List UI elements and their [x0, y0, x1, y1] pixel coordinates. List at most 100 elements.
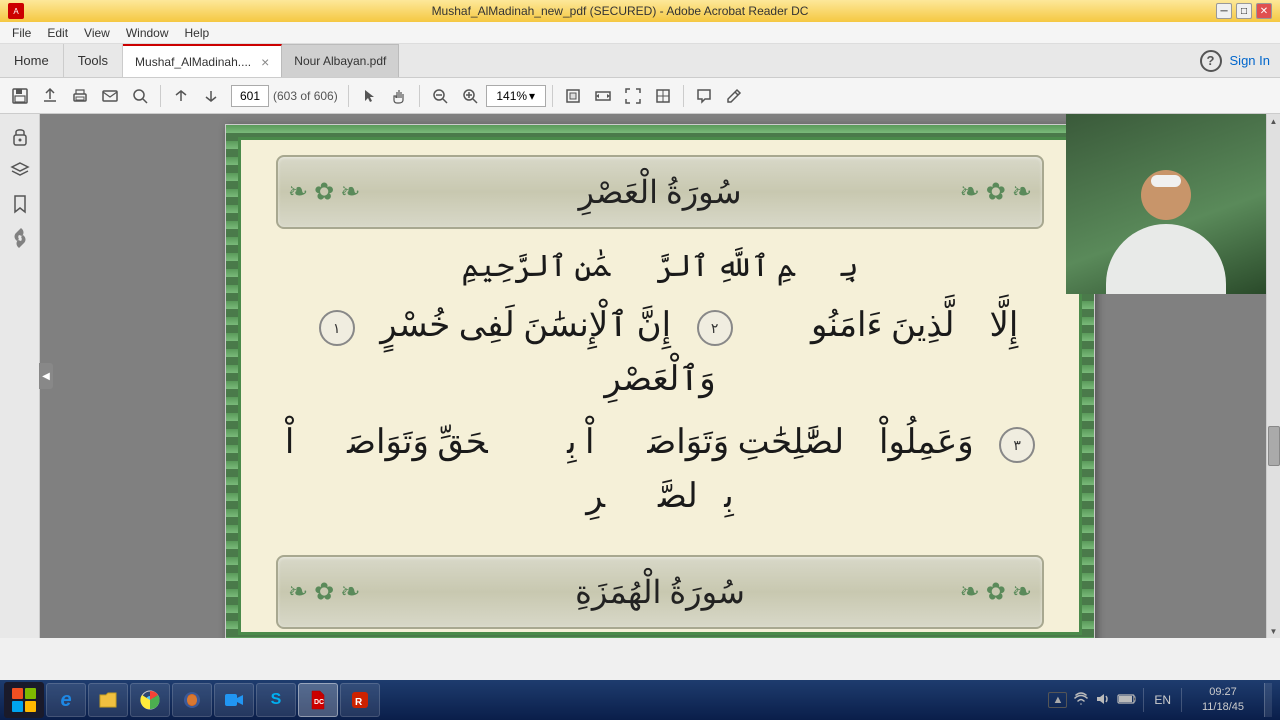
win-logo-red	[12, 688, 23, 699]
page-number-input[interactable]	[231, 85, 269, 107]
person-body	[1106, 224, 1226, 294]
scroll-thumb[interactable]	[1268, 426, 1280, 466]
tabs-area: Mushaf_AlMadinah.... × Nour Albayan.pdf	[123, 44, 1189, 77]
taskbar-redapp[interactable]: R	[340, 683, 380, 717]
start-button[interactable]	[4, 682, 44, 718]
taskbar-right: ▲ EN 09:27 11/18/45	[1048, 683, 1276, 717]
upload-button[interactable]	[36, 82, 64, 110]
surah-asr-title: سُورَةُ الْعَصْرِ	[318, 173, 1002, 211]
person-head	[1141, 170, 1191, 220]
right-scrollbar: ▲ ▼	[1266, 114, 1280, 638]
hand-tool-button[interactable]	[385, 82, 413, 110]
person-figure	[1106, 170, 1226, 294]
nav-home-tools: Home Tools	[0, 44, 123, 77]
link-icon[interactable]	[6, 224, 34, 252]
tab-nour-label: Nour Albayan.pdf	[294, 54, 386, 68]
tab-nour[interactable]: Nour Albayan.pdf	[282, 44, 399, 77]
zoom-level-selector[interactable]: 141% ▾ 100%125%141%150%200%	[486, 85, 546, 107]
quran-verse-1-2: إِلَّا ٱلَّذِينَ ءَامَنُوا۟ ٢ إِنَّ ٱلْإ…	[276, 299, 1044, 408]
tray-expand-button[interactable]: ▲	[1048, 692, 1067, 708]
left-sidebar	[0, 114, 40, 638]
minimize-button[interactable]: ─	[1216, 3, 1232, 19]
tray-battery-icon[interactable]	[1117, 693, 1137, 708]
scroll-up-button[interactable]: ▲	[1267, 114, 1280, 128]
tray-network-icon[interactable]	[1073, 692, 1089, 709]
person-hat	[1151, 175, 1181, 187]
win-logo-blue	[12, 701, 23, 712]
nav-tools[interactable]: Tools	[64, 44, 123, 77]
scroll-down-button[interactable]: ▼	[1267, 624, 1280, 638]
bookmark-icon[interactable]	[6, 190, 34, 218]
taskbar-webex[interactable]	[214, 683, 254, 717]
tray-separator-2	[1181, 688, 1182, 712]
toolbar-sep-3	[419, 85, 420, 107]
surah-humazah-title: سُورَةُ الْهُمَزَةِ	[318, 573, 1002, 611]
save-button[interactable]	[6, 82, 34, 110]
video-feed	[1066, 114, 1266, 294]
lock-icon[interactable]	[6, 122, 34, 150]
svg-text:R: R	[355, 697, 363, 708]
menu-window[interactable]: Window	[118, 24, 177, 42]
menu-file[interactable]: File	[4, 24, 39, 42]
next-page-button[interactable]	[197, 82, 225, 110]
menu-edit[interactable]: Edit	[39, 24, 76, 42]
menu-help[interactable]: Help	[177, 24, 218, 42]
print-button[interactable]	[66, 82, 94, 110]
tray-volume-icon[interactable]	[1095, 692, 1111, 709]
title-bar: A Mushaf_AlMadinah_new_pdf (SECURED) - A…	[0, 0, 1280, 22]
window-controls[interactable]: ─ □ ✕	[1216, 3, 1272, 19]
clock-area[interactable]: 09:27 11/18/45	[1188, 685, 1258, 716]
verse-num-2: ٢	[697, 310, 733, 346]
taskbar-chrome[interactable]	[130, 683, 170, 717]
clock-date: 11/18/45	[1188, 700, 1258, 715]
nav-right: ? Sign In	[1190, 44, 1280, 77]
prev-page-button[interactable]	[167, 82, 195, 110]
taskbar-acrobat[interactable]: DC	[298, 683, 338, 717]
language-indicator[interactable]: EN	[1150, 691, 1175, 709]
maximize-button[interactable]: □	[1236, 3, 1252, 19]
verse-3-text: وَعَمِلُواْ ٱلصَّٰلِحَٰتِ وَتَوَاصَوۡاْ …	[285, 424, 974, 515]
pdf-page: ❧ ✿ ❧ سُورَةُ الْعَصْرِ ❧ ✿ ❧ بِسۡمِ ٱلل…	[225, 124, 1095, 638]
taskbar-ie[interactable]: e	[46, 683, 86, 717]
taskbar-firefox[interactable]	[172, 683, 212, 717]
pen-button[interactable]	[720, 82, 748, 110]
search-button[interactable]	[126, 82, 154, 110]
full-screen-button[interactable]	[619, 82, 647, 110]
verse-num-1: ١	[319, 310, 355, 346]
zoom-in-button[interactable]	[456, 82, 484, 110]
taskbar-skype[interactable]: S	[256, 683, 296, 717]
surah-asr-header: ❧ ✿ ❧ سُورَةُ الْعَصْرِ ❧ ✿ ❧	[276, 155, 1044, 229]
verse-2-text: إِلَّا ٱلَّذِينَ ءَامَنُوا۟	[758, 307, 1018, 344]
collapse-panel-button[interactable]: ◀	[39, 363, 53, 389]
toolbar-sep-4	[552, 85, 553, 107]
fit-page-button[interactable]	[559, 82, 587, 110]
taskbar: e S DC R ▲ EN 09:27 11/18/45	[0, 680, 1280, 720]
snap-button[interactable]	[649, 82, 677, 110]
tab-mushaf-close[interactable]: ×	[261, 54, 269, 70]
menu-view[interactable]: View	[76, 24, 118, 42]
toolbar-sep-1	[160, 85, 161, 107]
surah-humazah-deco-left: ❧ ✿ ❧	[288, 577, 360, 606]
comment-button[interactable]	[690, 82, 718, 110]
tab-mushaf[interactable]: Mushaf_AlMadinah.... ×	[123, 44, 282, 77]
layers-icon[interactable]	[6, 156, 34, 184]
nav-home[interactable]: Home	[0, 44, 64, 77]
win-logo-green	[25, 688, 36, 699]
cursor-tool-button[interactable]	[355, 82, 383, 110]
page-input-group: (603 of 606)	[231, 85, 338, 107]
verse-num-3: ٣	[999, 427, 1035, 463]
video-panel	[1066, 114, 1266, 294]
fit-width-button[interactable]	[589, 82, 617, 110]
sign-in-button[interactable]: Sign In	[1230, 53, 1270, 68]
verse-1-text: وَٱلْعَصْرِ	[604, 361, 715, 398]
taskbar-explorer[interactable]	[88, 683, 128, 717]
email-button[interactable]	[96, 82, 124, 110]
close-button[interactable]: ✕	[1256, 3, 1272, 19]
verse-2-part2: إِنَّ ٱلْإِنسَٰنَ لَفِى خُسْرٍ	[380, 307, 671, 344]
zoom-out-button[interactable]	[426, 82, 454, 110]
scroll-track[interactable]	[1267, 128, 1280, 624]
help-button[interactable]: ?	[1200, 50, 1222, 72]
tray-separator	[1143, 688, 1144, 712]
show-desktop-button[interactable]	[1264, 683, 1272, 717]
window-title: Mushaf_AlMadinah_new_pdf (SECURED) - Ado…	[24, 4, 1216, 18]
